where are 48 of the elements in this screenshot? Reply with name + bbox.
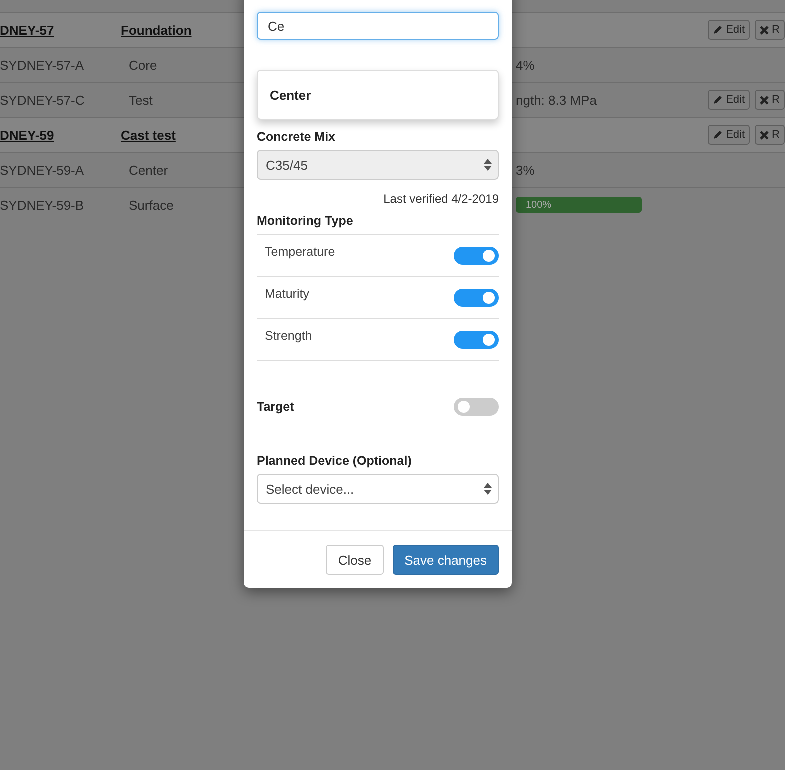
table-cell: 3% bbox=[516, 162, 535, 178]
field-label: Planned Device (Optional) bbox=[257, 454, 413, 468]
close-icon bbox=[760, 130, 770, 140]
table-cell: Core bbox=[129, 58, 158, 72]
pencil-icon bbox=[713, 25, 724, 35]
table-cell: 4% bbox=[516, 58, 535, 72]
table-cell[interactable]: DNEY-57 bbox=[0, 22, 54, 38]
concrete-mix-select[interactable]: C35/45 bbox=[257, 150, 499, 180]
table-cell[interactable]: Foundation bbox=[121, 22, 192, 38]
table-cell[interactable]: Cast test bbox=[121, 128, 176, 142]
toggle-switch[interactable] bbox=[454, 246, 499, 264]
option-label: Maturity bbox=[265, 286, 310, 300]
edit-button[interactable]: Edit bbox=[708, 20, 750, 40]
field-label: Target bbox=[257, 400, 294, 414]
toggle-switch[interactable] bbox=[454, 288, 499, 306]
last-verified-text: Last verified 4/2-2019 bbox=[382, 192, 499, 206]
toggle-switch[interactable] bbox=[454, 330, 499, 348]
edit-button[interactable]: Edit bbox=[708, 90, 750, 110]
pencil-icon bbox=[713, 130, 724, 140]
section-label: Monitoring Type bbox=[257, 214, 354, 228]
table-cell[interactable]: DNEY-59 bbox=[0, 128, 54, 142]
table-cell: SYDNEY-59-B bbox=[0, 198, 84, 212]
remove-button[interactable]: R bbox=[755, 90, 785, 110]
sort-arrows-icon bbox=[484, 159, 492, 171]
option-label: Temperature bbox=[265, 244, 336, 258]
table-cell: Surface bbox=[129, 198, 174, 212]
toggle-switch[interactable] bbox=[454, 398, 499, 416]
edit-button[interactable]: Edit bbox=[708, 125, 750, 145]
sort-arrows-icon bbox=[484, 483, 492, 495]
remove-button[interactable]: R bbox=[755, 20, 785, 40]
save-button[interactable]: Save changes bbox=[392, 545, 499, 575]
description-input[interactable]: Ce bbox=[257, 12, 499, 40]
close-button[interactable]: Close bbox=[326, 545, 384, 575]
progress-bar: 100% bbox=[516, 197, 642, 213]
table-cell: Center bbox=[129, 162, 168, 178]
remove-button[interactable]: R bbox=[755, 125, 785, 145]
close-icon bbox=[760, 26, 770, 34]
table-cell: SYDNEY-59-A bbox=[0, 162, 84, 178]
table-cell: ngth: 8.3 MPa bbox=[516, 92, 597, 108]
option-label: Strength bbox=[265, 328, 312, 342]
close-icon bbox=[760, 96, 770, 104]
field-label: Concrete Mix bbox=[257, 130, 336, 144]
table-cell: SYDNEY-57-A bbox=[0, 58, 84, 72]
table-cell: SYDNEY-57-C bbox=[0, 92, 85, 108]
device-select[interactable]: Select device... bbox=[257, 474, 499, 504]
suggestion-item[interactable]: Center bbox=[270, 88, 312, 102]
table-cell: Test bbox=[129, 92, 153, 108]
pencil-icon bbox=[713, 95, 724, 105]
